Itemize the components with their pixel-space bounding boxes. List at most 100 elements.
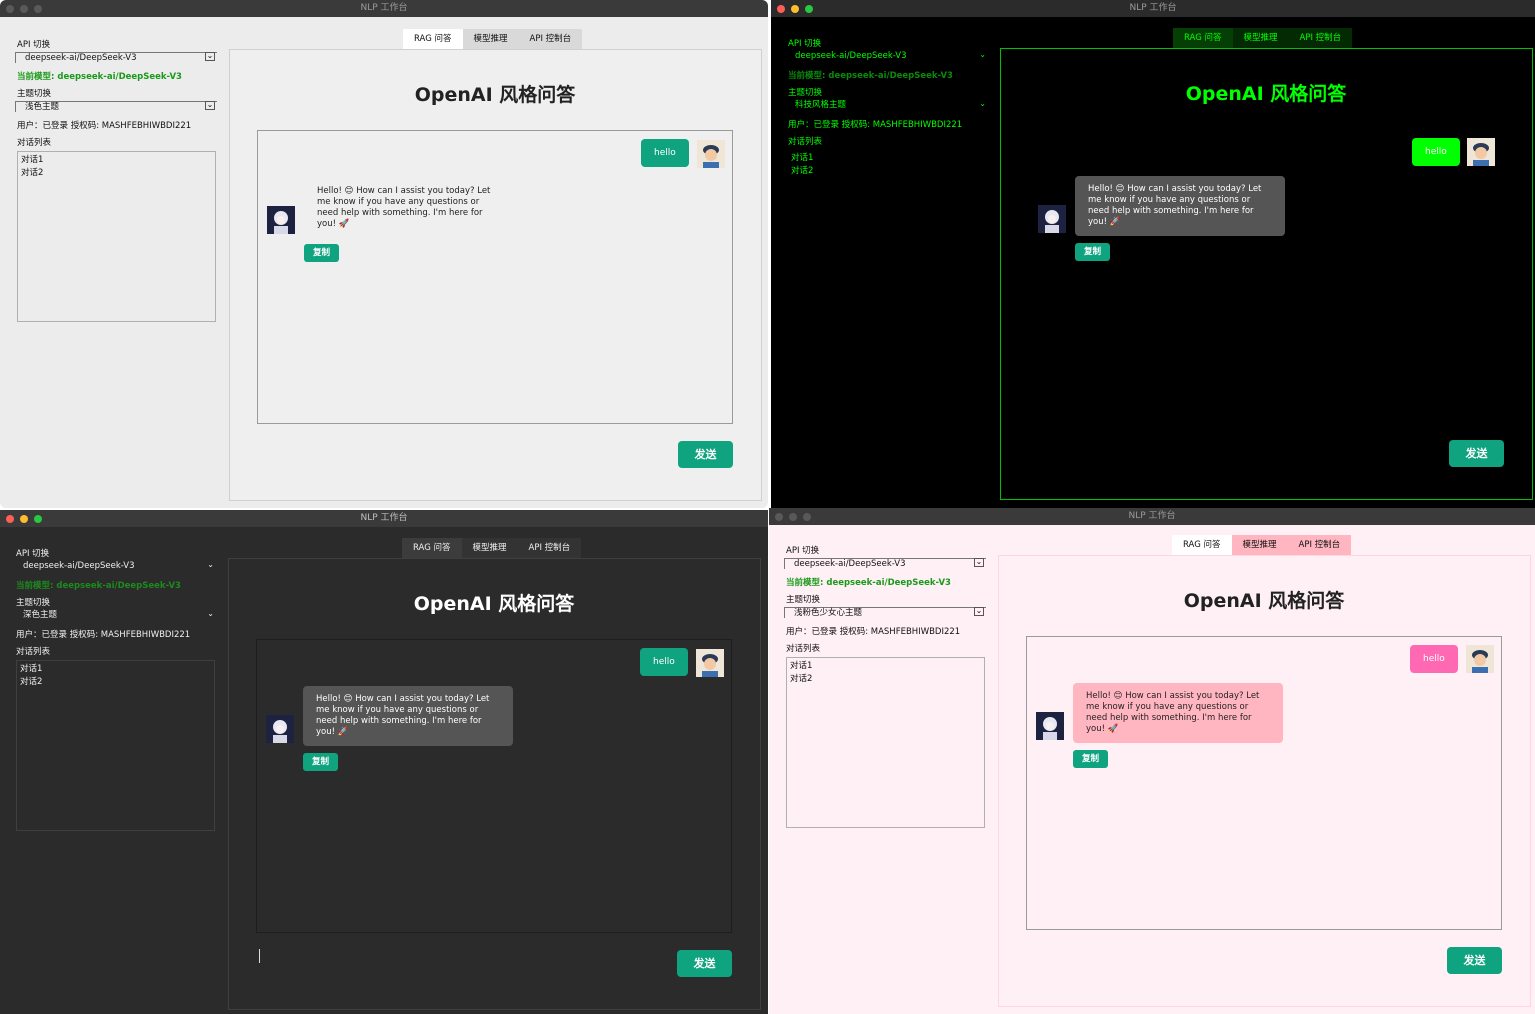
user-avatar-icon bbox=[1467, 138, 1495, 166]
chat-area bbox=[257, 130, 733, 424]
window-title: NLP 工作台 bbox=[1129, 3, 1177, 13]
main-panel bbox=[1000, 48, 1533, 500]
minimize-dot[interactable] bbox=[20, 515, 28, 523]
tab-bar: RAG 问答 模型推理 API 控制台 bbox=[1172, 535, 1352, 555]
chevron-down-icon: ⌄ bbox=[207, 609, 214, 618]
minimize-dot[interactable] bbox=[20, 5, 28, 13]
theme-switch-label: 主题切换 bbox=[16, 598, 51, 608]
close-dot[interactable] bbox=[6, 5, 14, 13]
conversation-item[interactable]: 对话1 bbox=[21, 154, 212, 167]
conversation-item[interactable]: 对话1 bbox=[791, 152, 984, 165]
conversation-item[interactable]: 对话1 bbox=[20, 663, 211, 676]
send-button[interactable]: 发送 bbox=[1447, 947, 1502, 974]
theme-select[interactable]: 浅色主题 ⌄ bbox=[15, 101, 217, 112]
tab-rag[interactable]: RAG 问答 bbox=[402, 538, 462, 558]
tab-model-inference[interactable]: 模型推理 bbox=[1232, 28, 1289, 48]
zoom-dot[interactable] bbox=[803, 513, 811, 521]
theme-select-value: 浅色主题 bbox=[25, 102, 60, 112]
api-switch-label: API 切换 bbox=[788, 39, 822, 49]
chevron-down-icon: ⌄ bbox=[207, 560, 214, 569]
tab-rag[interactable]: RAG 问答 bbox=[1172, 535, 1232, 555]
current-model-label: 当前模型: deepseek-ai/DeepSeek-V3 bbox=[788, 71, 953, 81]
close-dot[interactable] bbox=[775, 513, 783, 521]
assistant-message: Hello! 😊 How can I assist you today? Let… bbox=[303, 686, 513, 746]
conversation-list-label: 对话列表 bbox=[788, 137, 823, 147]
minimize-dot[interactable] bbox=[791, 5, 799, 13]
api-select[interactable]: deepseek-ai/DeepSeek-V3 ⌄ bbox=[14, 560, 216, 572]
api-select[interactable]: deepseek-ai/DeepSeek-V3 ⌄ bbox=[15, 52, 217, 63]
assistant-avatar-icon bbox=[1036, 712, 1064, 740]
current-model-label: 当前模型: deepseek-ai/DeepSeek-V3 bbox=[786, 578, 951, 588]
title-bar: NLP 工作台 bbox=[0, 0, 768, 17]
conversation-item[interactable]: 对话2 bbox=[20, 676, 211, 689]
minimize-dot[interactable] bbox=[789, 513, 797, 521]
theme-select[interactable]: 科技风格主题 ⌄ bbox=[786, 99, 988, 111]
copy-button[interactable]: 复制 bbox=[303, 753, 338, 771]
conversation-list[interactable]: 对话1 对话2 bbox=[788, 150, 987, 321]
zoom-dot[interactable] bbox=[34, 515, 42, 523]
tab-api-console[interactable]: API 控制台 bbox=[517, 538, 582, 558]
tab-model-inference[interactable]: 模型推理 bbox=[1231, 535, 1288, 555]
user-message: hello bbox=[640, 648, 688, 676]
window-dark-theme: NLP 工作台 API 切换 deepseek-ai/DeepSeek-V3 ⌄… bbox=[0, 510, 768, 1014]
user-message: hello bbox=[1412, 138, 1460, 166]
theme-select[interactable]: 深色主题 ⌄ bbox=[14, 609, 216, 621]
api-select-value: deepseek-ai/DeepSeek-V3 bbox=[795, 51, 907, 61]
chat-area bbox=[1026, 636, 1502, 930]
send-button[interactable]: 发送 bbox=[1449, 440, 1504, 467]
conversation-list[interactable]: 对话1 对话2 bbox=[786, 657, 985, 828]
copy-button[interactable]: 复制 bbox=[304, 244, 339, 262]
tab-model-inference[interactable]: 模型推理 bbox=[461, 538, 518, 558]
text-cursor bbox=[259, 949, 260, 963]
api-select[interactable]: deepseek-ai/DeepSeek-V3 ⌄ bbox=[784, 558, 986, 569]
copy-button[interactable]: 复制 bbox=[1075, 243, 1110, 261]
tab-api-console[interactable]: API 控制台 bbox=[518, 29, 583, 49]
conversation-item[interactable]: 对话1 bbox=[790, 660, 981, 673]
tab-bar: RAG 问答 模型推理 API 控制台 bbox=[403, 29, 583, 49]
page-title: OpenAI 风格问答 bbox=[1185, 83, 1347, 105]
user-info: 用户：已登录 授权码: MASHFEBHIWBDI221 bbox=[16, 630, 191, 640]
conversation-item[interactable]: 对话2 bbox=[791, 165, 984, 178]
user-avatar-icon bbox=[697, 140, 725, 168]
theme-select-value: 科技风格主题 bbox=[795, 100, 847, 110]
api-select[interactable]: deepseek-ai/DeepSeek-V3 ⌄ bbox=[786, 50, 988, 62]
window-light-theme: NLP 工作台 API 切换 deepseek-ai/DeepSeek-V3 ⌄… bbox=[0, 0, 768, 508]
conversation-list[interactable]: 对话1 对话2 bbox=[17, 151, 216, 322]
title-bar: NLP 工作台 bbox=[769, 508, 1535, 525]
conversation-list-label: 对话列表 bbox=[16, 647, 51, 657]
current-model-label: 当前模型: deepseek-ai/DeepSeek-V3 bbox=[16, 581, 181, 591]
window-title: NLP 工作台 bbox=[1128, 511, 1176, 521]
assistant-avatar-icon bbox=[267, 206, 295, 234]
tab-rag[interactable]: RAG 问答 bbox=[403, 29, 463, 49]
conversation-item[interactable]: 对话2 bbox=[21, 167, 212, 180]
assistant-message: Hello! 😊 How can I assist you today? Let… bbox=[304, 178, 514, 238]
conversation-item[interactable]: 对话2 bbox=[790, 673, 981, 686]
window-tech-theme: NLP 工作台 API 切换 deepseek-ai/DeepSeek-V3 ⌄… bbox=[771, 0, 1535, 508]
zoom-dot[interactable] bbox=[34, 5, 42, 13]
zoom-dot[interactable] bbox=[805, 5, 813, 13]
chevron-down-icon: ⌄ bbox=[205, 100, 215, 110]
send-button[interactable]: 发送 bbox=[678, 441, 733, 468]
tab-api-console[interactable]: API 控制台 bbox=[1288, 28, 1353, 48]
chevron-down-icon: ⌄ bbox=[974, 606, 984, 616]
copy-button[interactable]: 复制 bbox=[1073, 750, 1108, 768]
user-message: hello bbox=[641, 139, 689, 167]
close-dot[interactable] bbox=[6, 515, 14, 523]
tab-model-inference[interactable]: 模型推理 bbox=[462, 29, 519, 49]
title-bar: NLP 工作台 bbox=[0, 510, 768, 527]
api-select-value: deepseek-ai/DeepSeek-V3 bbox=[23, 561, 135, 571]
page-title: OpenAI 风格问答 bbox=[414, 84, 576, 106]
tab-api-console[interactable]: API 控制台 bbox=[1287, 535, 1352, 555]
theme-select-value: 深色主题 bbox=[23, 610, 58, 620]
api-switch-label: API 切换 bbox=[16, 549, 50, 559]
send-button[interactable]: 发送 bbox=[677, 950, 732, 977]
close-dot[interactable] bbox=[777, 5, 785, 13]
assistant-message: Hello! 😊 How can I assist you today? Let… bbox=[1073, 683, 1283, 743]
tab-bar: RAG 问答 模型推理 API 控制台 bbox=[1173, 28, 1353, 48]
api-switch-label: API 切换 bbox=[786, 546, 820, 556]
page-title: OpenAI 风格问答 bbox=[413, 593, 575, 615]
conversation-list[interactable]: 对话1 对话2 bbox=[16, 660, 215, 831]
api-switch-label: API 切换 bbox=[17, 40, 51, 50]
theme-select[interactable]: 浅粉色少女心主题 ⌄ bbox=[784, 607, 986, 618]
tab-rag[interactable]: RAG 问答 bbox=[1173, 28, 1233, 48]
